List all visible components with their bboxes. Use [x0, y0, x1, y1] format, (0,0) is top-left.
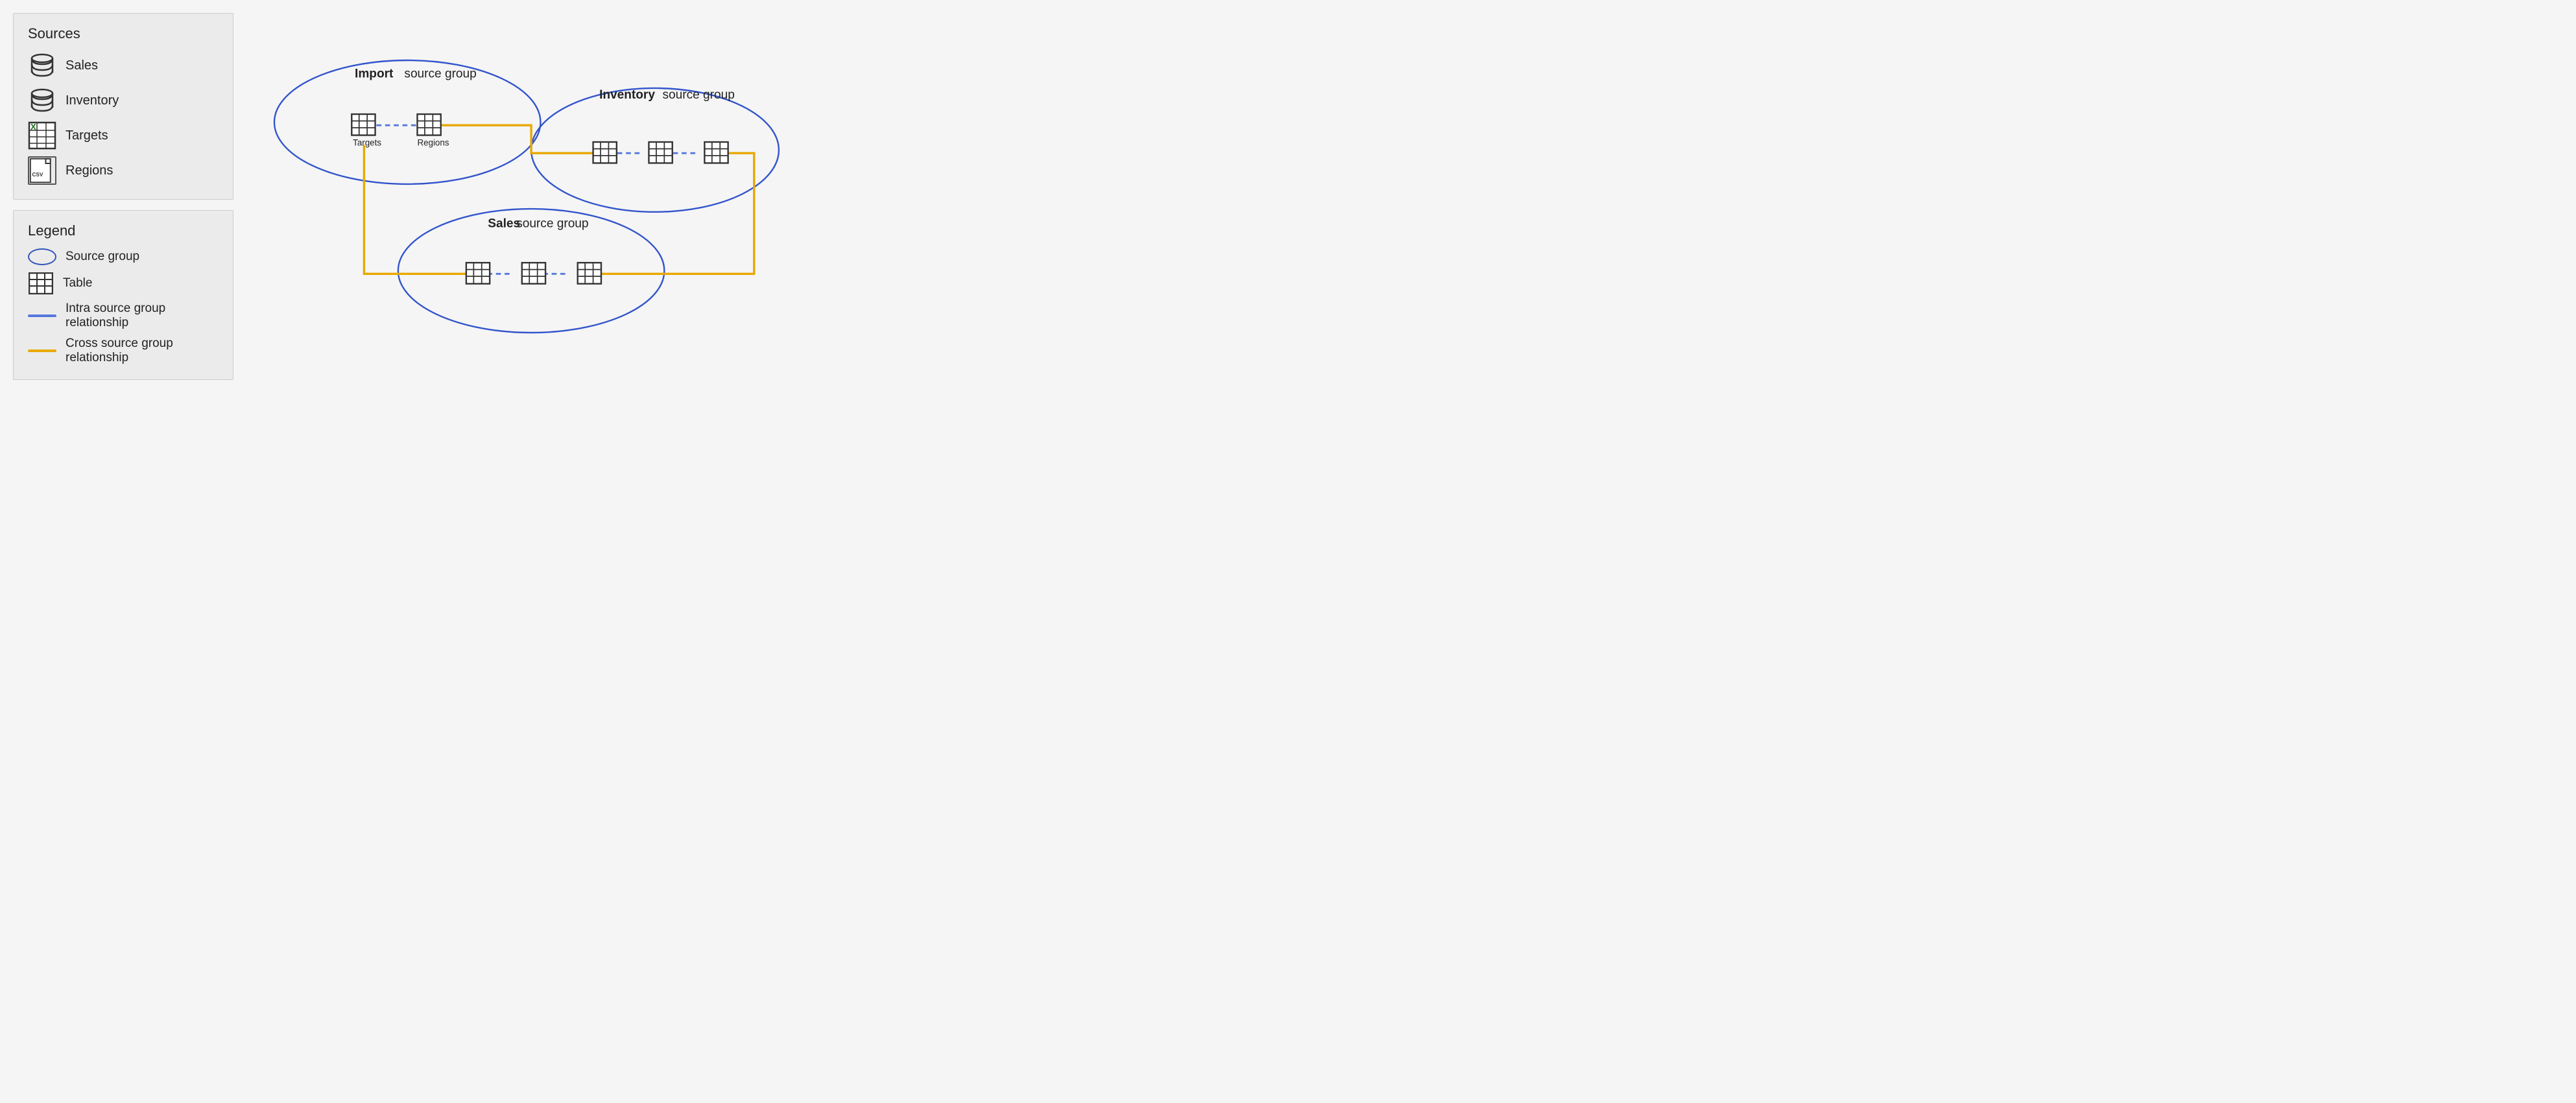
ellipse-icon [28, 248, 56, 265]
legend-label-intra: Intra source group relationship [66, 302, 219, 330]
svg-text:source group: source group [662, 88, 734, 102]
svg-text:source group: source group [516, 217, 588, 231]
svg-text:Import: Import [355, 67, 394, 81]
legend-source-group: Source group [28, 248, 219, 265]
database-icon-sales [28, 51, 56, 80]
svg-text:X: X [30, 122, 36, 132]
source-item-inventory: Inventory [28, 86, 219, 115]
table-icon-legend [28, 272, 54, 295]
source-label-sales: Sales [66, 58, 98, 73]
svg-text:source group: source group [404, 67, 476, 81]
legend-title: Legend [28, 222, 219, 239]
excel-icon-targets: X [28, 121, 56, 150]
source-item-regions: CSV Regions [28, 156, 219, 185]
legend-label-table: Table [63, 276, 92, 291]
legend-intra: Intra source group relationship [28, 302, 219, 330]
source-label-targets: Targets [66, 128, 108, 143]
database-icon-inventory [28, 86, 56, 115]
svg-text:CSV: CSV [32, 172, 43, 178]
sources-box: Sources Sales [13, 13, 233, 200]
svg-text:Regions: Regions [417, 138, 449, 148]
legend-cross: Cross source group relationship [28, 337, 219, 365]
legend-box: Legend Source group Table Intra source g… [13, 210, 233, 380]
legend-label-cross: Cross source group relationship [66, 337, 219, 365]
svg-text:Inventory: Inventory [599, 88, 655, 102]
source-label-inventory: Inventory [66, 93, 119, 108]
svg-text:Targets: Targets [353, 138, 381, 148]
csv-icon-regions: CSV [28, 156, 56, 185]
source-label-regions: Regions [66, 163, 113, 178]
legend-table: Table [28, 272, 219, 295]
diagram-area: Import source group Inventory source gro… [246, 13, 791, 380]
gold-line-icon [28, 350, 56, 352]
left-panel: Sources Sales [13, 13, 233, 380]
legend-label-source-group: Source group [66, 250, 139, 264]
source-item-targets: X Targets [28, 121, 219, 150]
source-item-sales: Sales [28, 51, 219, 80]
sources-title: Sources [28, 25, 219, 42]
blue-line-icon [28, 314, 56, 317]
svg-text:Sales: Sales [488, 217, 520, 231]
